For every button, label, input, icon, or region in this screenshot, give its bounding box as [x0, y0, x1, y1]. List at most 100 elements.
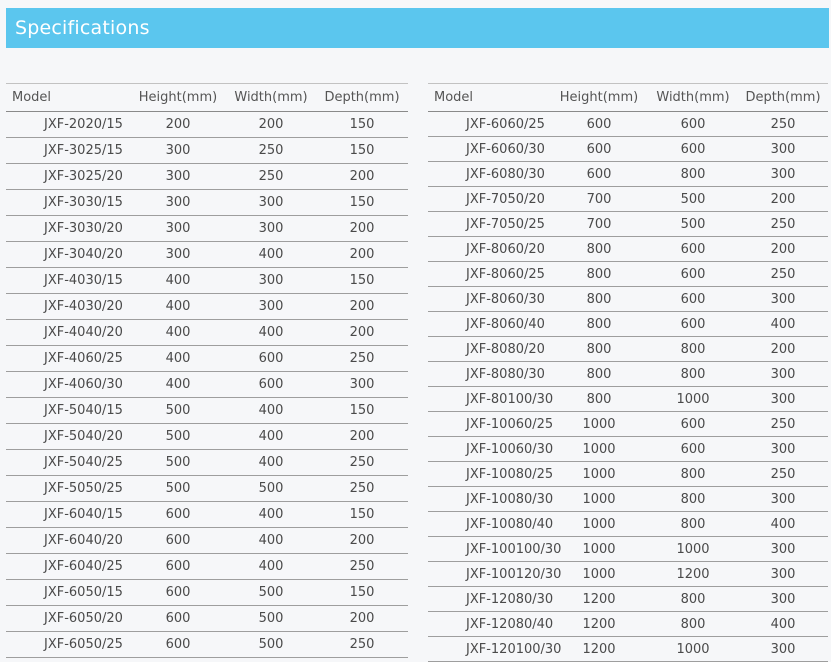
table-row: JXF-6080/30 600 800 300 [428, 161, 828, 187]
table-row: JXF-5040/20 500 400 200 [6, 423, 408, 450]
model-cell: JXF-7050/25 [428, 211, 550, 237]
table-row: JXF-8060/30 800 600 300 [428, 286, 828, 312]
width-cell: 400 [226, 449, 316, 476]
depth-cell: 200 [316, 293, 408, 320]
depth-cell: 300 [738, 436, 828, 462]
height-cell: 300 [130, 163, 226, 190]
model-cell: JXF-3030/15 [6, 189, 130, 216]
depth-cell: 300 [738, 536, 828, 562]
width-cell: 600 [648, 261, 738, 287]
width-cell: 400 [226, 527, 316, 554]
table-row: JXF-5050/25 500 500 250 [6, 475, 408, 502]
table-row: JXF-3040/20 300 400 200 [6, 241, 408, 268]
width-cell: 600 [648, 436, 738, 462]
spec-table-right: Model Height(mm) Width(mm) Depth(mm) JXF… [428, 83, 828, 662]
width-cell: 500 [226, 579, 316, 606]
depth-cell: 150 [316, 397, 408, 424]
model-cell: JXF-3040/20 [6, 241, 130, 268]
height-cell: 600 [550, 136, 648, 162]
table-header-row: Model Height(mm) Width(mm) Depth(mm) [428, 83, 828, 112]
depth-cell: 300 [316, 371, 408, 398]
model-cell: JXF-2020/15 [6, 111, 130, 138]
model-cell: JXF-6040/25 [6, 553, 130, 580]
width-cell: 600 [226, 371, 316, 398]
width-cell: 600 [648, 311, 738, 337]
model-cell: JXF-3025/20 [6, 163, 130, 190]
width-cell: 250 [226, 163, 316, 190]
width-cell: 400 [226, 319, 316, 346]
width-cell: 600 [226, 345, 316, 372]
table-row: JXF-8060/20 800 600 200 [428, 236, 828, 262]
model-cell: JXF-10080/25 [428, 461, 553, 487]
table-row: JXF-6050/25 600 500 250 [6, 631, 408, 658]
model-cell: JXF-4030/15 [6, 267, 130, 294]
model-cell: JXF-6060/25 [428, 111, 550, 137]
column-header-height: Height(mm) [550, 83, 648, 112]
height-cell: 500 [130, 423, 226, 450]
table-row: JXF-8060/40 800 600 400 [428, 311, 828, 337]
table-row: JXF-6040/20 600 400 200 [6, 527, 408, 554]
height-cell: 800 [550, 236, 648, 262]
table-row: JXF-8080/20 800 800 200 [428, 336, 828, 362]
width-cell: 800 [648, 511, 738, 537]
width-cell: 800 [648, 611, 738, 637]
model-cell: JXF-4060/30 [6, 371, 130, 398]
height-cell: 200 [130, 111, 226, 138]
width-cell: 800 [648, 336, 738, 362]
table-row: JXF-100120/30 1000 1200 300 [428, 561, 828, 587]
height-cell: 400 [130, 371, 226, 398]
depth-cell: 300 [738, 136, 828, 162]
table-row: JXF-6050/15 600 500 150 [6, 579, 408, 606]
width-cell: 600 [648, 111, 738, 137]
model-cell: JXF-4030/20 [6, 293, 130, 320]
table-row: JXF-4030/20 400 300 200 [6, 293, 408, 320]
width-cell: 400 [226, 241, 316, 268]
height-cell: 600 [130, 553, 226, 580]
height-cell: 600 [550, 161, 648, 187]
model-cell: JXF-10060/25 [428, 411, 553, 437]
column-header-depth: Depth(mm) [738, 83, 828, 112]
depth-cell: 300 [738, 586, 828, 612]
model-cell: JXF-8080/20 [428, 336, 550, 362]
height-cell: 300 [130, 189, 226, 216]
depth-cell: 300 [738, 361, 828, 387]
width-cell: 300 [226, 267, 316, 294]
model-cell: JXF-6050/20 [6, 605, 130, 632]
width-cell: 600 [648, 236, 738, 262]
column-header-height: Height(mm) [130, 83, 226, 112]
width-cell: 400 [226, 423, 316, 450]
model-cell: JXF-5040/15 [6, 397, 130, 424]
table-row: JXF-10080/40 1000 800 400 [428, 511, 828, 537]
height-cell: 700 [550, 186, 648, 212]
model-cell: JXF-6080/30 [428, 161, 550, 187]
table-row: JXF-6050/20 600 500 200 [6, 605, 408, 632]
width-cell: 600 [648, 286, 738, 312]
height-cell: 600 [130, 605, 226, 632]
height-cell: 1200 [550, 611, 648, 637]
width-cell: 400 [226, 501, 316, 528]
table-row: JXF-7050/20 700 500 200 [428, 186, 828, 212]
depth-cell: 250 [316, 475, 408, 502]
table-row: JXF-80100/30 800 1000 300 [428, 386, 828, 412]
width-cell: 500 [226, 605, 316, 632]
width-cell: 200 [226, 111, 316, 138]
height-cell: 800 [550, 286, 648, 312]
height-cell: 1200 [550, 586, 648, 612]
model-cell: JXF-80100/30 [428, 386, 553, 412]
depth-cell: 400 [738, 311, 828, 337]
width-cell: 800 [648, 361, 738, 387]
width-cell: 800 [648, 586, 738, 612]
depth-cell: 200 [316, 163, 408, 190]
width-cell: 500 [648, 186, 738, 212]
depth-cell: 150 [316, 111, 408, 138]
depth-cell: 200 [316, 527, 408, 554]
depth-cell: 200 [316, 423, 408, 450]
depth-cell: 200 [316, 215, 408, 242]
height-cell: 400 [130, 267, 226, 294]
height-cell: 800 [550, 261, 648, 287]
model-cell: JXF-4040/20 [6, 319, 130, 346]
depth-cell: 300 [738, 286, 828, 312]
table-row: JXF-8060/25 800 600 250 [428, 261, 828, 287]
height-cell: 400 [130, 319, 226, 346]
width-cell: 250 [226, 137, 316, 164]
